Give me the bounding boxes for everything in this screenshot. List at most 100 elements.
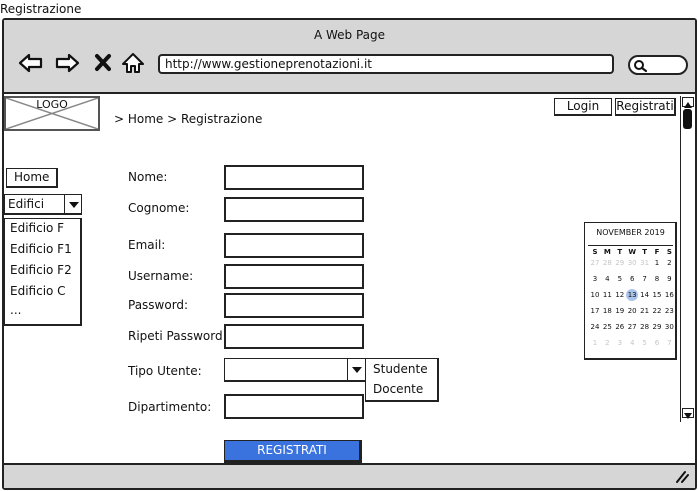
- calendar-day[interactable]: 11: [601, 290, 613, 300]
- browser-chrome: A Web Page http://www.gestioneprenotazio…: [4, 20, 695, 94]
- window-title: A Web Page: [313, 28, 386, 42]
- calendar-day[interactable]: 1: [589, 338, 601, 348]
- calendar-day[interactable]: 13: [626, 289, 639, 301]
- arrow-right-icon[interactable]: [54, 52, 80, 74]
- password-field[interactable]: [224, 293, 364, 318]
- calendar-day[interactable]: 19: [614, 306, 626, 316]
- username-field[interactable]: [224, 264, 364, 289]
- user-type-option-teacher[interactable]: Docente: [373, 382, 423, 396]
- calendar-weekday: M: [603, 248, 611, 256]
- calendar-day[interactable]: 25: [601, 322, 613, 332]
- list-item[interactable]: Edificio F: [10, 221, 64, 235]
- calendar-day[interactable]: 3: [589, 274, 601, 284]
- calendar-weekday: S: [592, 248, 598, 256]
- page-content: LOGO > Home > Registrazione Login Regist…: [4, 96, 695, 463]
- scroll-thumb[interactable]: [683, 109, 692, 129]
- user-type-option-student[interactable]: Studente: [373, 362, 428, 376]
- calendar-day[interactable]: 4: [626, 338, 638, 348]
- calendar-day[interactable]: 6: [626, 274, 638, 284]
- password-label: Password:: [128, 298, 189, 312]
- department-label: Dipartimento:: [128, 400, 212, 414]
- calendar-day[interactable]: 8: [651, 274, 663, 284]
- calendar-day[interactable]: 15: [651, 290, 663, 300]
- buildings-dropdown[interactable]: Edifici: [4, 194, 82, 215]
- x-icon[interactable]: [92, 52, 118, 74]
- calendar-day[interactable]: 18: [601, 306, 613, 316]
- calendar-day[interactable]: 10: [589, 290, 601, 300]
- calendar-day[interactable]: 31: [639, 258, 651, 268]
- calendar-day[interactable]: 7: [663, 338, 675, 348]
- calendar-day[interactable]: 26: [614, 322, 626, 332]
- search-icon: [634, 60, 648, 73]
- calendar-day[interactable]: 29: [614, 258, 626, 268]
- url-bar[interactable]: http://www.gestioneprenotazioni.it: [158, 54, 614, 74]
- calendar-day[interactable]: 12: [614, 290, 626, 300]
- status-bar: [4, 463, 695, 488]
- calendar-day[interactable]: 30: [663, 322, 675, 332]
- calendar-day[interactable]: 22: [651, 306, 663, 316]
- calendar-day[interactable]: 20: [626, 306, 638, 316]
- scroll-down-icon[interactable]: [682, 408, 694, 419]
- calendar-day[interactable]: 4: [601, 274, 613, 284]
- scroll-up-icon[interactable]: [682, 97, 694, 108]
- calendar-day[interactable]: 14: [639, 290, 651, 300]
- calendar-day[interactable]: 28: [639, 322, 651, 332]
- calendar-day[interactable]: 6: [651, 338, 663, 348]
- dropdown-value: Edifici: [8, 197, 45, 211]
- logo: LOGO: [4, 96, 100, 131]
- buildings-list: Edificio F Edificio F1 Edificio F2 Edifi…: [4, 218, 82, 326]
- login-button[interactable]: Login: [554, 98, 612, 116]
- calendar-day[interactable]: 29: [651, 322, 663, 332]
- calendar-day[interactable]: 7: [639, 274, 651, 284]
- logo-text: LOGO: [36, 98, 68, 111]
- page-title: Registrazione: [0, 2, 82, 16]
- browser-window: A Web Page http://www.gestioneprenotazio…: [2, 18, 697, 490]
- calendar-day[interactable]: 27: [589, 258, 601, 268]
- register-header-button[interactable]: Registrati: [615, 98, 676, 116]
- chevron-down-icon[interactable]: [347, 359, 365, 381]
- repeat-password-field[interactable]: [224, 324, 364, 349]
- calendar-day[interactable]: 24: [589, 322, 601, 332]
- email-field[interactable]: [224, 233, 364, 258]
- calendar-day[interactable]: 28: [601, 258, 613, 268]
- calendar-day[interactable]: 2: [663, 258, 675, 268]
- vertical-scrollbar[interactable]: [680, 96, 695, 422]
- calendar-day[interactable]: 23: [663, 306, 675, 316]
- chevron-down-icon[interactable]: [64, 195, 82, 214]
- calendar-day[interactable]: 3: [614, 338, 626, 348]
- department-field[interactable]: [224, 394, 364, 419]
- calendar-day[interactable]: 5: [614, 274, 626, 284]
- search-box[interactable]: [628, 55, 688, 75]
- calendar-day[interactable]: 9: [663, 274, 675, 284]
- calendar-widget[interactable]: NOVEMBER 2019 S M T W T F S 27 28 29 30 31 1 2 3 4 5 6 7 8 9…: [584, 222, 677, 360]
- list-item[interactable]: ...: [10, 303, 21, 317]
- arrow-left-icon[interactable]: [18, 52, 44, 74]
- register-submit-button[interactable]: REGISTRATI: [224, 440, 362, 463]
- calendar-day[interactable]: 1: [651, 258, 663, 268]
- list-item[interactable]: Edificio F1: [10, 242, 72, 256]
- calendar-day[interactable]: 5: [639, 338, 651, 348]
- email-label: Email:: [128, 238, 166, 252]
- calendar-month: NOVEMBER 2019: [596, 228, 665, 237]
- breadcrumb[interactable]: > Home > Registrazione: [114, 112, 262, 126]
- user-type-select[interactable]: [224, 358, 366, 382]
- calendar-day[interactable]: 17: [589, 306, 601, 316]
- calendar-day[interactable]: 27: [626, 322, 638, 332]
- surname-field[interactable]: [224, 197, 364, 222]
- calendar-day[interactable]: 16: [663, 290, 675, 300]
- resize-grip-icon[interactable]: [673, 469, 689, 483]
- name-label: Nome:: [128, 170, 168, 184]
- name-field[interactable]: [224, 165, 364, 190]
- home-icon[interactable]: [120, 52, 146, 74]
- list-item[interactable]: Edificio C: [10, 284, 66, 298]
- calendar-day[interactable]: 21: [639, 306, 651, 316]
- calendar-divider: [588, 245, 673, 246]
- list-item[interactable]: Edificio F2: [10, 263, 72, 277]
- user-type-options: Studente Docente: [365, 358, 439, 402]
- calendar-day[interactable]: 2: [601, 338, 613, 348]
- calendar-day[interactable]: 30: [626, 258, 638, 268]
- calendar-weekday: W: [628, 248, 637, 256]
- calendar-weekday: S: [666, 248, 672, 256]
- repeat-password-label: Ripeti Password:: [128, 329, 227, 343]
- sidebar-home-button[interactable]: Home: [6, 168, 58, 188]
